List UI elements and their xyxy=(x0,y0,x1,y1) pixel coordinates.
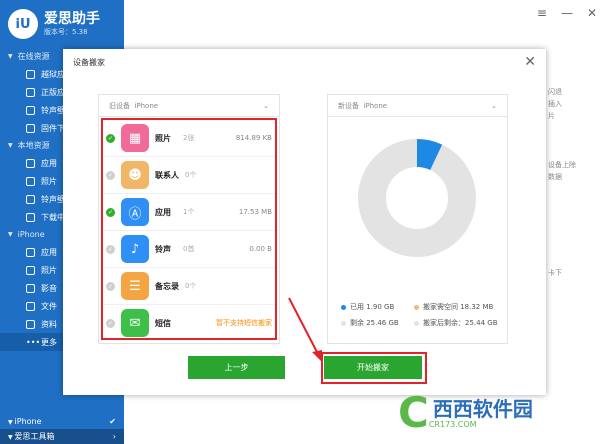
dialog-title: 设备搬家 xyxy=(73,57,105,67)
app-icon xyxy=(26,87,35,97)
caret-down-icon: ▼ xyxy=(8,53,13,60)
close-icon[interactable]: ✕ xyxy=(587,6,597,20)
watermark-logo: C 西西软件园 CR173.COM xyxy=(398,392,533,434)
window-controls: ≡ — ✕ xyxy=(537,6,597,20)
previous-step-button[interactable]: 上一步 xyxy=(188,356,285,379)
legend-used: 已用 1.90 GB xyxy=(341,302,394,312)
minimize-icon[interactable]: — xyxy=(561,6,573,20)
old-device-select[interactable]: 旧设备 iPhone ⌄ xyxy=(99,95,279,117)
highlight-box xyxy=(321,352,427,384)
media-icon xyxy=(26,283,35,293)
more-icon: ••• xyxy=(26,337,41,347)
chevron-down-icon: ⌄ xyxy=(263,101,269,110)
app-icon xyxy=(26,247,35,257)
app-version: 版本号：5.38 xyxy=(44,28,88,36)
bg-text: 片 xyxy=(548,112,555,120)
watermark-sub: CR173.COM xyxy=(428,419,477,429)
caret-down-icon: ▼ xyxy=(8,231,13,238)
bg-text: 卡下 xyxy=(548,269,562,277)
app-title: 爱思助手 xyxy=(44,11,100,27)
download-icon xyxy=(26,212,35,222)
watermark-c: C xyxy=(398,388,429,437)
legend-dot-required xyxy=(414,304,419,310)
watermark-text: 西西软件园 xyxy=(432,396,533,421)
legend-dot-remaining xyxy=(341,320,346,326)
data-icon xyxy=(26,319,35,329)
legend-required: 搬家需空间 18.32 MB xyxy=(414,302,493,312)
app-icon xyxy=(26,158,35,168)
wallpaper-icon xyxy=(26,105,35,115)
new-device-select[interactable]: 新设备 iPhone ⌄ xyxy=(328,95,507,117)
dialog-header: 设备搬家 ✕ xyxy=(63,49,546,75)
bg-text: 闪退 xyxy=(548,88,562,96)
highlight-box xyxy=(101,118,277,340)
legend-remaining: 剩余 25.46 GB xyxy=(341,318,399,328)
close-icon[interactable]: ✕ xyxy=(524,54,536,70)
firmware-icon xyxy=(26,123,35,133)
chevron-right-icon: › xyxy=(112,432,116,441)
legend-dot-after xyxy=(414,320,419,326)
bg-text: 数据 xyxy=(548,173,562,181)
file-icon xyxy=(26,301,35,311)
bg-text: 设备上除 xyxy=(548,161,576,169)
sidebar-bottom: ▼ iPhone ✔ ▼ 爱思工具箱 › xyxy=(0,414,124,444)
app-logo: iU xyxy=(8,9,38,39)
legend-dot-used xyxy=(341,304,346,310)
legend-after: 搬家后剩余：25.44 GB xyxy=(414,318,498,328)
device-status[interactable]: ▼ iPhone ✔ xyxy=(0,414,124,429)
photo-icon xyxy=(26,176,35,186)
brand: iU 爱思助手 版本号：5.38 xyxy=(0,0,124,48)
bg-text: 插入 xyxy=(548,100,562,108)
chevron-down-icon: ⌄ xyxy=(491,101,497,110)
caret-down-icon: ▼ xyxy=(8,142,13,149)
check-circle-icon: ✔ xyxy=(109,417,116,426)
storage-donut-chart xyxy=(358,139,476,257)
app-icon xyxy=(26,69,35,79)
menu-icon[interactable]: ≡ xyxy=(537,6,547,20)
toolbox-link[interactable]: ▼ 爱思工具箱 › xyxy=(0,429,124,444)
wallpaper-icon xyxy=(26,194,35,204)
photo-icon xyxy=(26,265,35,275)
